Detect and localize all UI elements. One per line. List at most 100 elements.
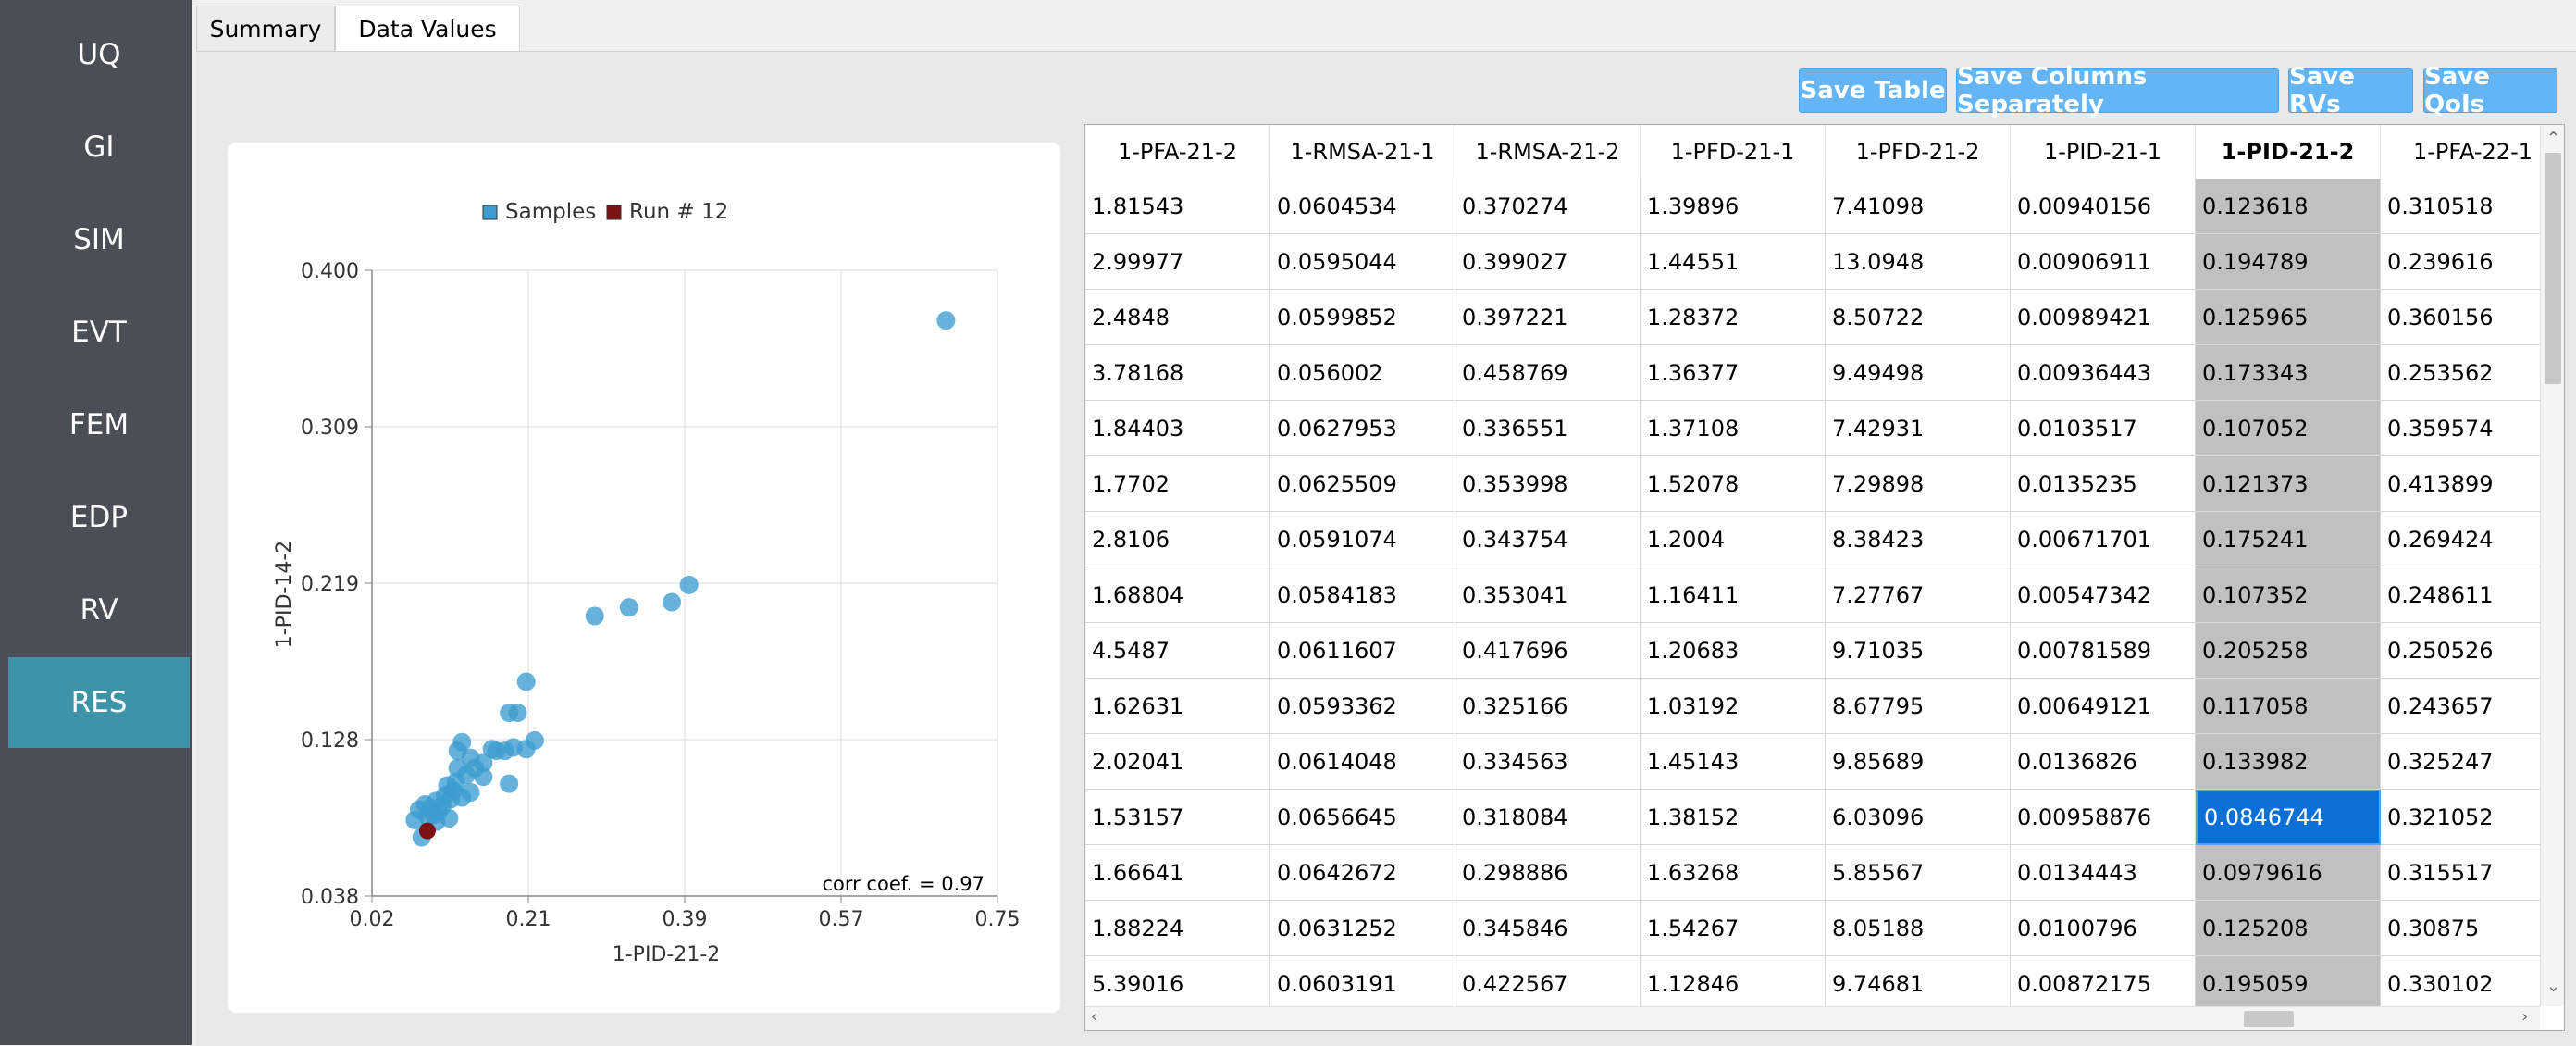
table-cell[interactable]: 0.00906911 xyxy=(2011,234,2196,290)
table-cell[interactable]: 1.36377 xyxy=(1641,345,1826,401)
column-header[interactable]: 1-PFD-21-2 xyxy=(1826,125,2011,179)
save-qois-button[interactable]: Save QoIs xyxy=(2423,63,2557,118)
scroll-right-icon[interactable]: › xyxy=(2521,1007,2528,1027)
table-cell[interactable]: 0.175241 xyxy=(2196,512,2381,567)
table-cell[interactable]: 0.00989421 xyxy=(2011,290,2196,345)
table-cell[interactable]: 0.117058 xyxy=(2196,679,2381,734)
table-cell[interactable]: 0.360156 xyxy=(2381,290,2540,345)
table-cell[interactable]: 0.413899 xyxy=(2381,456,2540,512)
table-cell[interactable]: 7.42931 xyxy=(1826,401,2011,456)
table-cell[interactable]: 0.194789 xyxy=(2196,234,2381,290)
column-header[interactable]: 1-PID-21-2 xyxy=(2196,125,2381,179)
table-cell[interactable]: 2.02041 xyxy=(1085,734,1270,790)
table-cell[interactable]: 1.28372 xyxy=(1641,290,1826,345)
sidebar-item-rv[interactable]: RV xyxy=(8,565,190,655)
table-cell[interactable]: 0.056002 xyxy=(1270,345,1455,401)
table-cell[interactable]: 2.99977 xyxy=(1085,234,1270,290)
column-header[interactable]: 1-PFA-21-2 xyxy=(1085,125,1270,179)
table-cell[interactable]: 0.0136826 xyxy=(2011,734,2196,790)
table-cell[interactable]: 0.458769 xyxy=(1455,345,1641,401)
table-cell[interactable]: 1.03192 xyxy=(1641,679,1826,734)
tab-summary[interactable]: Summary xyxy=(196,6,335,52)
table-cell[interactable]: 0.0595044 xyxy=(1270,234,1455,290)
table-cell[interactable]: 0.353041 xyxy=(1455,567,1641,623)
table-cell[interactable]: 0.359574 xyxy=(2381,401,2540,456)
table-cell[interactable]: 0.0135235 xyxy=(2011,456,2196,512)
column-header[interactable]: 1-RMSA-21-1 xyxy=(1270,125,1455,179)
table-cell[interactable]: 0.422567 xyxy=(1455,956,1641,1006)
table-cell[interactable]: 0.399027 xyxy=(1455,234,1641,290)
table-cell[interactable]: 0.0611607 xyxy=(1270,623,1455,679)
table-cell[interactable]: 0.298886 xyxy=(1455,845,1641,901)
table-cell[interactable]: 8.38423 xyxy=(1826,512,2011,567)
sidebar-item-res[interactable]: RES xyxy=(8,657,190,748)
table-cell[interactable]: 0.315517 xyxy=(2381,845,2540,901)
sidebar-item-sim[interactable]: SIM xyxy=(8,194,190,285)
table-cell[interactable]: 0.330102 xyxy=(2381,956,2540,1006)
table-cell[interactable]: 0.343754 xyxy=(1455,512,1641,567)
horizontal-scrollbar[interactable]: ‹ › xyxy=(1085,1006,2540,1030)
table-cell[interactable]: 9.49498 xyxy=(1826,345,2011,401)
column-header[interactable]: 1-RMSA-21-2 xyxy=(1455,125,1641,179)
table-cell[interactable]: 1.53157 xyxy=(1085,790,1270,845)
table-cell[interactable]: 0.00958876 xyxy=(2011,790,2196,845)
table-cell[interactable]: 1.39896 xyxy=(1641,179,1826,234)
table-cell[interactable]: 2.4848 xyxy=(1085,290,1270,345)
table-cell[interactable]: 0.00872175 xyxy=(2011,956,2196,1006)
table-cell[interactable]: 0.125208 xyxy=(2196,901,2381,956)
save-table-button[interactable]: Save Table xyxy=(1799,68,1947,113)
table-cell[interactable]: 9.85689 xyxy=(1826,734,2011,790)
table-cell[interactable]: 0.0979616 xyxy=(2196,845,2381,901)
table-cell[interactable]: 8.50722 xyxy=(1826,290,2011,345)
table-cell[interactable]: 0.345846 xyxy=(1455,901,1641,956)
table-cell[interactable]: 1.44551 xyxy=(1641,234,1826,290)
table-cell[interactable]: 0.00649121 xyxy=(2011,679,2196,734)
table-cell[interactable]: 0.0604534 xyxy=(1270,179,1455,234)
table-cell[interactable]: 0.0631252 xyxy=(1270,901,1455,956)
table-cell[interactable]: 0.0599852 xyxy=(1270,290,1455,345)
table-cell[interactable]: 0.310518 xyxy=(2381,179,2540,234)
table-cell[interactable]: 1.52078 xyxy=(1641,456,1826,512)
table-cell[interactable]: 0.107352 xyxy=(2196,567,2381,623)
table-cell[interactable]: 0.0846744 xyxy=(2196,790,2381,845)
table-cell[interactable]: 7.41098 xyxy=(1826,179,2011,234)
table-cell[interactable]: 0.0591074 xyxy=(1270,512,1455,567)
sidebar-item-fem[interactable]: FEM xyxy=(8,380,190,470)
table-cell[interactable]: 0.00547342 xyxy=(2011,567,2196,623)
table-cell[interactable]: 0.325166 xyxy=(1455,679,1641,734)
table-cell[interactable]: 1.37108 xyxy=(1641,401,1826,456)
table-cell[interactable]: 0.205258 xyxy=(2196,623,2381,679)
scroll-left-icon[interactable]: ‹ xyxy=(1091,1007,1097,1027)
table-cell[interactable]: 5.85567 xyxy=(1826,845,2011,901)
scroll-up-icon[interactable]: ⌃ xyxy=(2546,129,2560,148)
table-cell[interactable]: 0.0100796 xyxy=(2011,901,2196,956)
table-cell[interactable]: 9.74681 xyxy=(1826,956,2011,1006)
table-cell[interactable]: 4.5487 xyxy=(1085,623,1270,679)
table-cell[interactable]: 0.239616 xyxy=(2381,234,2540,290)
table-cell[interactable]: 0.325247 xyxy=(2381,734,2540,790)
table-cell[interactable]: 0.353998 xyxy=(1455,456,1641,512)
table-cell[interactable]: 5.39016 xyxy=(1085,956,1270,1006)
table-cell[interactable]: 0.397221 xyxy=(1455,290,1641,345)
sidebar-item-evt[interactable]: EVT xyxy=(8,287,190,378)
sidebar-item-edp[interactable]: EDP xyxy=(8,472,190,563)
table-cell[interactable]: 0.370274 xyxy=(1455,179,1641,234)
sidebar-item-gi[interactable]: GI xyxy=(8,102,190,193)
table-cell[interactable]: 1.84403 xyxy=(1085,401,1270,456)
table-cell[interactable]: 1.68804 xyxy=(1085,567,1270,623)
column-header[interactable]: 1-PID-21-1 xyxy=(2011,125,2196,179)
table-cell[interactable]: 0.0134443 xyxy=(2011,845,2196,901)
table-cell[interactable]: 0.0103517 xyxy=(2011,401,2196,456)
table-cell[interactable]: 0.0627953 xyxy=(1270,401,1455,456)
table-cell[interactable]: 0.00940156 xyxy=(2011,179,2196,234)
table-cell[interactable]: 0.250526 xyxy=(2381,623,2540,679)
table-cell[interactable]: 0.0642672 xyxy=(1270,845,1455,901)
table-cell[interactable]: 0.00781589 xyxy=(2011,623,2196,679)
table-cell[interactable]: 1.38152 xyxy=(1641,790,1826,845)
vertical-scrollbar[interactable]: ⌃ ⌄ xyxy=(2540,125,2564,1006)
table-cell[interactable]: 0.321052 xyxy=(2381,790,2540,845)
table-cell[interactable]: 1.81543 xyxy=(1085,179,1270,234)
table-cell[interactable]: 3.78168 xyxy=(1085,345,1270,401)
vertical-scroll-thumb[interactable] xyxy=(2545,153,2561,384)
table-cell[interactable]: 0.00671701 xyxy=(2011,512,2196,567)
